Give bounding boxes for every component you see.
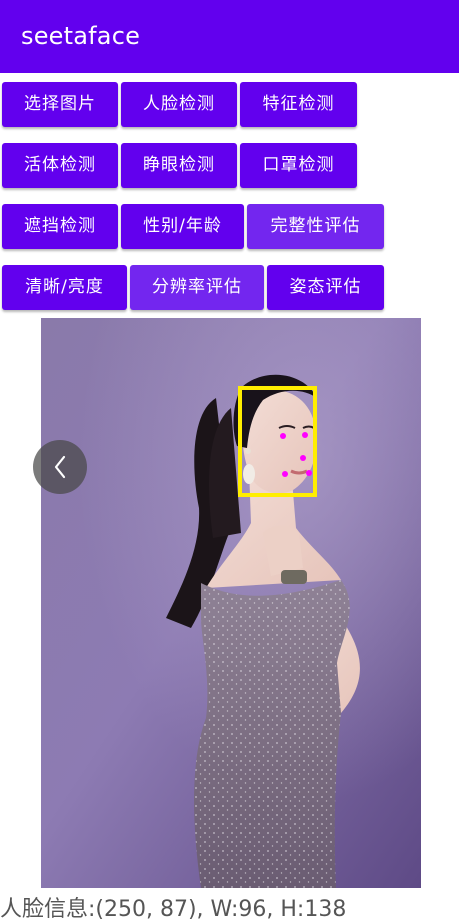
resolution-eval-button[interactable]: 分辨率评估 (130, 265, 264, 310)
select-image-button[interactable]: 选择图片 (2, 82, 118, 127)
occlusion-detect-button[interactable]: 遮挡检测 (2, 204, 118, 249)
liveness-detect-button[interactable]: 活体检测 (2, 143, 118, 188)
face-photo (41, 318, 421, 888)
integrity-eval-button[interactable]: 完整性评估 (247, 204, 384, 249)
app-screen: seetaface 选择图片 人脸检测 特征检测 活体检测 睁眼检测 口罩检测 … (0, 0, 459, 921)
previous-image-button[interactable] (33, 440, 87, 494)
eye-open-detect-button[interactable]: 睁眼检测 (121, 143, 237, 188)
app-title: seetaface (21, 22, 141, 50)
chevron-left-icon (54, 455, 66, 479)
face-detect-button[interactable]: 人脸检测 (121, 82, 237, 127)
pose-eval-button[interactable]: 姿态评估 (267, 265, 384, 310)
clarity-brightness-button[interactable]: 清晰/亮度 (2, 265, 127, 310)
landmark-detect-button[interactable]: 特征检测 (240, 82, 357, 127)
app-bar: seetaface (0, 0, 459, 73)
face-info-text: 人脸信息:(250, 87), W:96, H:138 (0, 897, 347, 921)
mask-detect-button[interactable]: 口罩检测 (240, 143, 357, 188)
gender-age-button[interactable]: 性别/年龄 (121, 204, 244, 249)
